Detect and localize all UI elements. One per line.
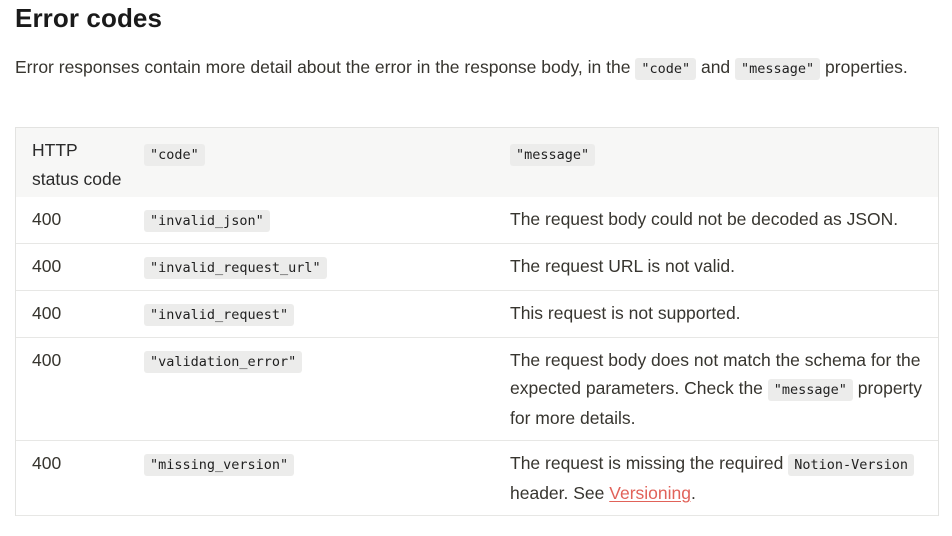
intro-text-after: properties. [820,57,908,77]
intro-code-code: "code" [635,58,697,80]
table-row: 400 "invalid_request_url" The request UR… [16,244,938,291]
header-code: "code" [128,128,477,197]
error-code: "invalid_request_url" [144,257,327,279]
error-code: "invalid_request" [144,304,295,326]
error-codes-table: HTTP status code "code" "message" 400 "i… [15,127,939,516]
code-cell: "validation_error" [128,338,477,440]
message-text: The request is missing the required [510,453,789,473]
versioning-link[interactable]: Versioning [609,483,691,503]
intro-text-before: Error responses contain more detail abou… [15,57,636,77]
page-title: Error codes [15,3,163,33]
status-cell: 400 [32,256,62,276]
header-message: "message" [477,128,938,197]
message-text-mid: header. See [510,483,610,503]
message-text-after: . [690,483,696,503]
inline-code-notion-version: Notion-Version [788,454,914,476]
error-code: "validation_error" [144,351,303,373]
inline-code-message: "message" [767,379,853,401]
message-cell: The request body does not match the sche… [477,338,938,440]
intro-code-message: "message" [735,58,821,80]
error-code: "missing_version" [144,454,295,476]
message-cell: The request body could not be decoded as… [510,209,899,229]
table-row: 400 "missing_version" The request is mis… [16,441,938,516]
code-cell: "invalid_request" [128,291,477,337]
code-cell: "missing_version" [128,441,477,515]
table-row: 400 "invalid_json" The request body coul… [16,197,938,244]
message-cell: The request is missing the required Noti… [477,441,938,515]
error-code: "invalid_json" [144,210,270,232]
header-status: HTTP status code [32,140,122,189]
status-cell: 400 [32,350,62,370]
message-cell: The request URL is not valid. [510,256,736,276]
message-cell: This request is not supported. [510,303,741,323]
intro-text-mid: and [696,57,736,77]
table-row: 400 "invalid_request" This request is no… [16,291,938,338]
code-cell: "invalid_json" [128,197,477,243]
intro-paragraph: Error responses contain more detail abou… [15,54,915,83]
header-code-label: "code" [144,144,205,166]
status-cell: 400 [32,209,62,229]
table-header-row: HTTP status code "code" "message" [16,128,938,197]
status-cell: 400 [32,303,62,323]
table-row: 400 "validation_error" The request body … [16,338,938,441]
header-message-label: "message" [510,144,596,166]
status-cell: 400 [32,453,62,473]
code-cell: "invalid_request_url" [128,244,477,290]
